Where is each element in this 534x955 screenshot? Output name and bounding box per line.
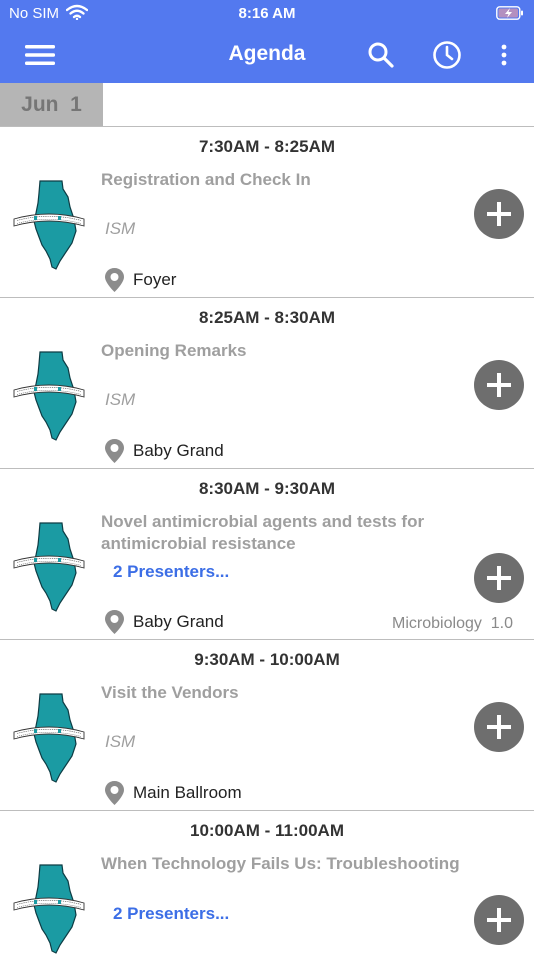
location-pin-icon <box>105 781 124 805</box>
presenters-link[interactable]: 2 Presenters... <box>113 904 229 924</box>
add-to-schedule-button[interactable] <box>474 702 524 752</box>
presenters-link[interactable]: 2 Presenters... <box>113 562 229 582</box>
add-to-schedule-button[interactable] <box>474 360 524 410</box>
status-bar: No SIM 8:16 AM <box>0 0 534 28</box>
session-time: 9:30AM - 10:00AM <box>194 650 340 669</box>
session-card[interactable]: 7:30AM - 8:25AM Registration and Check I… <box>0 127 534 298</box>
search-icon[interactable] <box>366 38 396 72</box>
location-label: Baby Grand <box>133 441 224 460</box>
illinois-society-logo <box>13 522 85 612</box>
session-time: 10:00AM - 11:00AM <box>189 821 344 840</box>
session-title[interactable]: Novel antimicrobial agents and tests for… <box>101 511 461 555</box>
clock-icon[interactable] <box>432 38 462 72</box>
date-tab[interactable]: Jun 1 <box>0 83 103 126</box>
session-card[interactable]: 9:30AM - 10:00AM Visit the Vendors ISM M… <box>0 640 534 811</box>
location-pin-icon <box>105 268 124 292</box>
nav-bar: Agenda <box>0 28 534 83</box>
illinois-society-logo <box>13 864 85 954</box>
session-track: Microbiology 1.0 <box>392 615 513 633</box>
more-vert-icon[interactable] <box>494 38 514 72</box>
illinois-society-logo <box>13 693 85 783</box>
session-time: 7:30AM - 8:25AM <box>198 137 336 156</box>
battery-charging-icon <box>496 6 524 25</box>
add-to-schedule-button[interactable] <box>474 895 524 945</box>
location-label: Baby Grand <box>133 612 224 631</box>
session-card[interactable]: 10:00AM - 11:00AM When Technology Fails … <box>0 811 534 954</box>
session-card[interactable]: 8:25AM - 8:30AM Opening Remarks ISM Baby… <box>0 298 534 469</box>
session-title[interactable]: Visit the Vendors <box>101 682 461 704</box>
session-location: Baby Grand <box>104 609 224 635</box>
session-time: 8:25AM - 8:30AM <box>198 308 336 327</box>
session-location: Foyer <box>104 267 176 293</box>
session-title[interactable]: Opening Remarks <box>101 340 461 362</box>
session-location: Baby Grand <box>104 438 224 464</box>
session-time: 8:30AM - 9:30AM <box>198 479 336 498</box>
track-name: Microbiology <box>392 615 482 632</box>
location-label: Foyer <box>133 270 177 289</box>
session-location: Main Ballroom <box>104 780 242 806</box>
session-title[interactable]: When Technology Fails Us: Troubleshootin… <box>101 853 461 875</box>
illinois-society-logo <box>13 351 85 441</box>
date-header: Jun 1 <box>0 83 534 127</box>
track-credits: 1.0 <box>490 615 513 632</box>
add-to-schedule-button[interactable] <box>474 189 524 239</box>
session-title[interactable]: Registration and Check In <box>101 169 461 191</box>
location-pin-icon <box>105 610 124 634</box>
status-time: 8:16 AM <box>238 5 296 22</box>
session-organizer: ISM <box>105 390 136 409</box>
location-pin-icon <box>105 439 124 463</box>
illinois-society-logo <box>13 180 85 270</box>
session-card[interactable]: 8:30AM - 9:30AM Novel antimicrobial agen… <box>0 469 534 640</box>
session-organizer: ISM <box>105 219 136 238</box>
session-organizer: ISM <box>105 732 136 751</box>
add-to-schedule-button[interactable] <box>474 553 524 603</box>
location-label: Main Ballroom <box>133 783 242 802</box>
